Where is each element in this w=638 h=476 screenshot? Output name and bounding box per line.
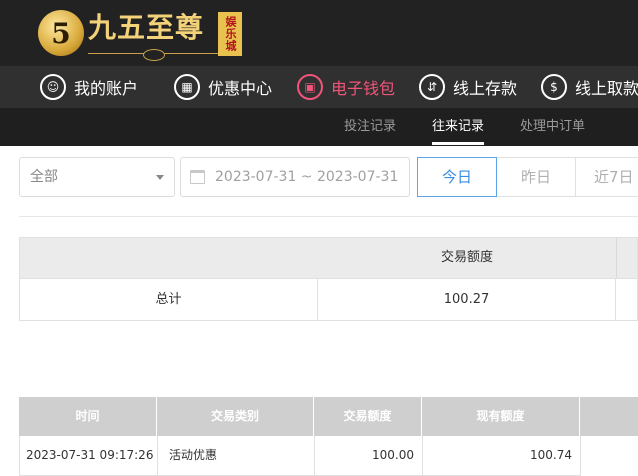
- summary-total-value: 100.27: [318, 279, 616, 320]
- column-header-time: 时间: [19, 397, 157, 436]
- summary-row: 总计 100.27: [19, 279, 638, 321]
- gift-icon: ▦: [174, 74, 200, 100]
- nav-item-account[interactable]: ☺ 我的账户: [40, 66, 138, 108]
- cell-balance: 100.74: [423, 436, 581, 476]
- date-range-value: 2023-07-31 ~ 2023-07-31: [215, 169, 399, 185]
- cell-type: 活动优惠: [158, 436, 315, 476]
- type-select-value: 全部: [30, 169, 58, 185]
- nav-item-deposit[interactable]: ⇵ 线上存款: [419, 66, 517, 108]
- quick-yesterday-button[interactable]: 昨日: [497, 157, 576, 197]
- nav-label: 我的账户: [74, 79, 139, 98]
- divider: [19, 216, 638, 217]
- column-header-amount: 交易额度: [314, 397, 422, 436]
- column-header-balance: 现有额度: [422, 397, 580, 436]
- nav-item-wallet[interactable]: ▣ 电子钱包: [297, 66, 395, 108]
- column-header-type: 交易类别: [157, 397, 314, 436]
- wallet-icon: ▣: [297, 74, 323, 100]
- nav-item-promotions[interactable]: ▦ 优惠中心: [174, 66, 272, 108]
- user-icon: ☺: [40, 74, 66, 100]
- tab-transaction-records[interactable]: 往来记录: [432, 108, 485, 146]
- main-nav: ☺ 我的账户 ▦ 优惠中心 ▣ 电子钱包 ⇵ 线上存款 $ 线上取款: [0, 66, 638, 108]
- records-table-header: 时间 交易类别 交易额度 现有额度: [19, 397, 638, 436]
- logo-badge: 娱乐城: [218, 12, 242, 56]
- nav-label: 优惠中心: [208, 79, 273, 98]
- site-logo[interactable]: 5 九五至尊 娱乐城: [38, 6, 242, 61]
- summary-total-label: 总计: [20, 279, 318, 320]
- nav-item-withdraw[interactable]: $ 线上取款: [541, 66, 638, 108]
- logo-name: 九五至尊: [88, 11, 205, 44]
- table-row: 2023-07-31 09:17:26 活动优惠 100.00 100.74: [19, 436, 638, 476]
- tab-bet-records[interactable]: 投注记录: [344, 108, 396, 146]
- deposit-icon: ⇵: [419, 74, 445, 100]
- quick-7days-button[interactable]: 近7日: [576, 157, 638, 197]
- site-header: 5 九五至尊 娱乐城: [0, 0, 638, 66]
- type-select[interactable]: 全部: [19, 157, 175, 197]
- summary-header-label: 交易额度: [440, 250, 493, 265]
- cell-time: 2023-07-31 09:17:26: [20, 436, 158, 476]
- logo-ornament: [88, 44, 218, 61]
- nav-label: 电子钱包: [331, 79, 396, 98]
- quick-today-button[interactable]: 今日: [417, 157, 497, 197]
- tab-pending-orders[interactable]: 处理中订单: [520, 108, 585, 146]
- cell-amount: 100.00: [315, 436, 423, 476]
- date-range-input[interactable]: 2023-07-31 ~ 2023-07-31: [180, 157, 410, 197]
- nav-label: 线上取款: [575, 79, 638, 98]
- logo-mark: 5: [38, 10, 84, 56]
- summary-header: 交易额度: [19, 237, 638, 279]
- sub-nav: 投注记录 往来记录 处理中订单: [0, 108, 638, 146]
- nav-label: 线上存款: [453, 79, 518, 98]
- calendar-icon: [190, 170, 205, 184]
- withdraw-icon: $: [541, 74, 567, 100]
- chevron-down-icon: [156, 175, 164, 180]
